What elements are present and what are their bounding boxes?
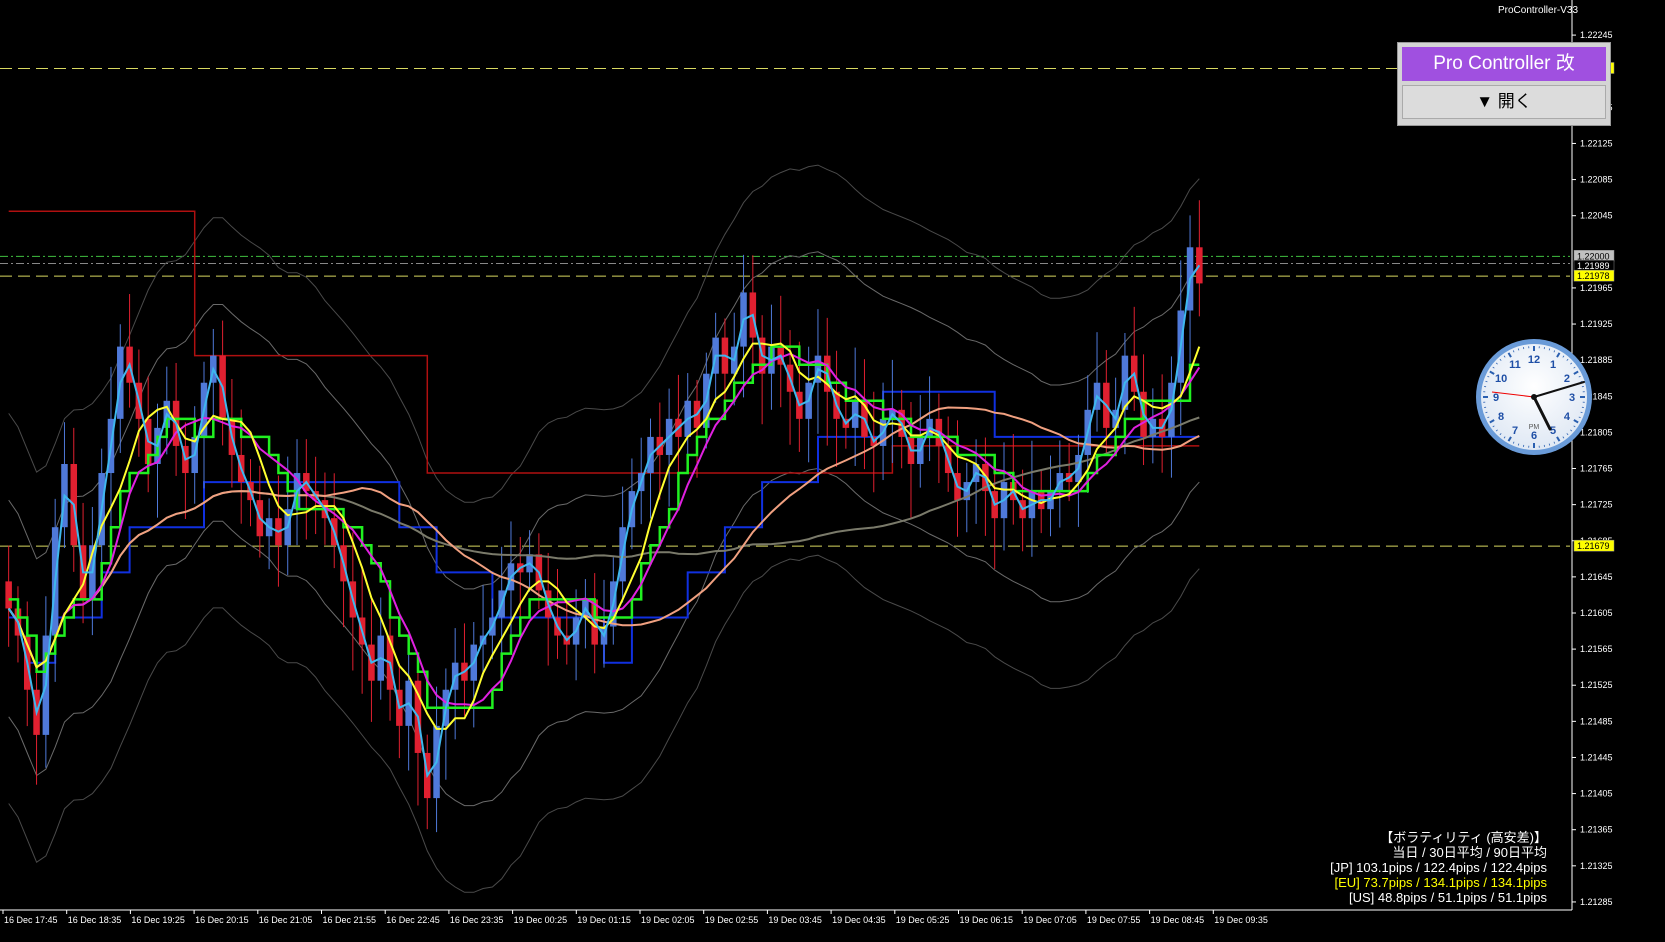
clock-numeral: 10 — [1495, 373, 1507, 385]
clock-numeral: 11 — [1509, 359, 1521, 371]
x-tick-label: 19 Dec 07:55 — [1087, 915, 1141, 925]
x-tick-label: 16 Dec 21:55 — [323, 915, 377, 925]
pro-controller-panel: Pro Controller 改 ▼ 開く — [1397, 42, 1611, 126]
x-tick-label: 19 Dec 02:05 — [641, 915, 695, 925]
y-tick-label: 1.22045 — [1580, 211, 1613, 221]
clock-numeral: 7 — [1512, 425, 1518, 437]
clock-numeral: 1 — [1550, 359, 1556, 371]
volatility-us: [US] 48.8pips / 51.1pips / 51.1pips — [1330, 890, 1547, 905]
y-tick-label: 1.21525 — [1580, 680, 1613, 690]
x-tick-label: 19 Dec 09:35 — [1214, 915, 1268, 925]
y-tick-label: 1.22125 — [1580, 138, 1613, 148]
y-tick-label: 1.21645 — [1580, 572, 1613, 582]
y-tick-label: 1.22245 — [1580, 30, 1613, 40]
x-tick-label: 16 Dec 22:45 — [386, 915, 440, 925]
y-tick-label: 1.21925 — [1580, 319, 1613, 329]
x-tick-label: 19 Dec 02:55 — [705, 915, 759, 925]
volatility-box: 【ボラティリティ (高安差)】 当日 / 30日平均 / 90日平均 [JP] … — [1330, 830, 1547, 905]
clock-period: PM — [1529, 424, 1540, 431]
indicator-name: ProController-V33 — [1498, 5, 1578, 16]
y-tick-label: 1.22085 — [1580, 175, 1613, 185]
clock-numeral: 9 — [1493, 392, 1499, 404]
y-tick-label: 1.21365 — [1580, 825, 1613, 835]
x-tick-label: 16 Dec 17:45 — [4, 915, 58, 925]
panel-title[interactable]: Pro Controller 改 — [1402, 47, 1606, 81]
x-tick-label: 19 Dec 07:05 — [1023, 915, 1077, 925]
y-tick-label: 1.21605 — [1580, 608, 1613, 618]
x-tick-label: 16 Dec 21:05 — [259, 915, 313, 925]
y-tick-label: 1.21405 — [1580, 789, 1613, 799]
x-tick-label: 19 Dec 01:15 — [577, 915, 631, 925]
y-tick-label: 1.21565 — [1580, 644, 1613, 654]
price-label: 1.22000 — [1577, 251, 1610, 261]
x-tick-label: 19 Dec 05:25 — [896, 915, 950, 925]
analog-clock: 12 12 3 45 6 78 9 1011 PM — [1474, 337, 1594, 457]
y-tick-label: 1.21485 — [1580, 716, 1613, 726]
clock-numeral: 3 — [1569, 392, 1575, 404]
volatility-eu: [EU] 73.7pips / 134.1pips / 134.1pips — [1330, 875, 1547, 890]
volatility-jp: [JP] 103.1pips / 122.4pips / 122.4pips — [1330, 860, 1547, 875]
volatility-title: 【ボラティリティ (高安差)】 — [1330, 830, 1547, 845]
clock-numeral: 4 — [1564, 411, 1571, 423]
clock-numeral: 8 — [1498, 411, 1504, 423]
price-label: 1.21978 — [1577, 271, 1610, 281]
open-button[interactable]: ▼ 開く — [1402, 85, 1606, 119]
price-label: 1.21679 — [1577, 541, 1610, 551]
chart-svg: 1.222451.221651.221251.220851.220451.219… — [0, 0, 1665, 937]
y-tick-label: 1.21725 — [1580, 500, 1613, 510]
x-tick-label: 19 Dec 03:45 — [768, 915, 822, 925]
volatility-subtitle: 当日 / 30日平均 / 90日平均 — [1330, 845, 1547, 860]
clock-numeral: 5 — [1550, 425, 1556, 437]
clock-numeral: 12 — [1528, 354, 1540, 366]
clock-numeral: 6 — [1531, 430, 1537, 442]
candle-body — [5, 581, 12, 608]
x-tick-label: 16 Dec 18:35 — [68, 915, 122, 925]
price-label: 1.21989 — [1577, 261, 1610, 271]
x-tick-label: 16 Dec 23:35 — [450, 915, 504, 925]
price-chart[interactable]: 1.222451.221651.221251.220851.220451.219… — [0, 0, 1665, 937]
x-tick-label: 19 Dec 06:15 — [960, 915, 1014, 925]
y-tick-label: 1.21285 — [1580, 897, 1613, 907]
x-tick-label: 19 Dec 00:25 — [514, 915, 568, 925]
clock-numeral: 2 — [1564, 373, 1570, 385]
y-tick-label: 1.21965 — [1580, 283, 1613, 293]
x-tick-label: 19 Dec 08:45 — [1151, 915, 1205, 925]
y-tick-label: 1.21325 — [1580, 861, 1613, 871]
x-tick-label: 16 Dec 20:15 — [195, 915, 249, 925]
y-tick-label: 1.21445 — [1580, 752, 1613, 762]
y-tick-label: 1.21765 — [1580, 464, 1613, 474]
x-tick-label: 16 Dec 19:25 — [131, 915, 185, 925]
x-tick-label: 19 Dec 04:35 — [832, 915, 886, 925]
clock-center — [1531, 394, 1537, 400]
